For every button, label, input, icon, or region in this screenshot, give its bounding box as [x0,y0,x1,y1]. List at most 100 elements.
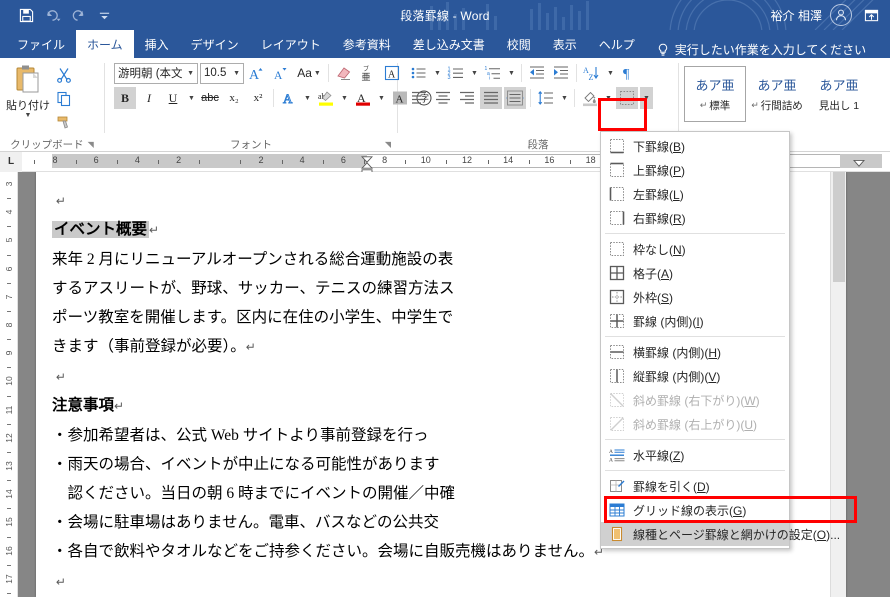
text-effects-caret-icon[interactable]: ▼ [302,87,313,109]
paste-button[interactable]: 貼り付け ▼ [5,62,51,119]
phonetic-guide-button[interactable]: ブ亜 [357,62,379,84]
menu-item-border-inside[interactable]: 罫線 (内側)(I) [601,309,789,333]
style-item-normal[interactable]: あア亜 ↵ 標準 [684,66,746,122]
menu-separator [605,439,785,440]
vruler-tick-label: 14 [3,489,14,499]
bullets-button[interactable] [408,62,430,84]
menu-item-borders-and-shading[interactable]: 線種とページ罫線と網かけの設定(O)... [601,522,840,546]
menu-item-border-inside-horizontal[interactable]: 横罫線 (内側)(H) [601,340,789,364]
increase-indent-button[interactable] [550,62,572,84]
font-color-button[interactable]: A [352,87,374,109]
svg-text:Z: Z [589,73,594,82]
change-case-caret-icon[interactable]: ▼ [314,70,321,77]
distribute-button[interactable] [504,87,526,109]
avatar[interactable] [830,4,852,26]
vertical-ruler[interactable]: 3 4 5 6 7 8 9 10 11 12 13 14 15 16 17 [0,172,18,597]
multilevel-caret-icon[interactable]: ▼ [506,62,517,84]
font-dialog-launcher-icon[interactable]: ◥ [385,140,391,149]
font-size-combo[interactable]: 10.5 ▼ [200,62,244,84]
undo-icon[interactable] [40,4,64,26]
tab-layout[interactable]: レイアウト [250,30,332,58]
change-case-button[interactable]: Aa ▼ [294,62,324,84]
ribbon-display-options-icon[interactable] [860,4,882,26]
sort-caret-icon[interactable]: ▼ [605,62,616,84]
menu-item-horizontal-line[interactable]: A A 水平線(Z) [601,443,789,467]
style-item-no-spacing[interactable]: あア亜 ↵ 行間詰め [746,66,808,122]
font-name-caret-icon[interactable]: ▼ [183,70,194,77]
underline-button[interactable]: U [162,87,184,109]
bold-button[interactable]: B [114,87,136,109]
decrease-indent-button[interactable] [526,62,548,84]
shrink-font-button[interactable]: A [270,62,292,84]
border-outside-icon [609,289,625,305]
grow-font-button[interactable]: A [246,62,268,84]
menu-separator [605,336,785,337]
menu-item-border-bottom[interactable]: 下罫線(B) [601,134,789,158]
cut-button[interactable] [53,65,75,85]
clear-formatting-button[interactable] [333,62,355,84]
menu-item-border-all[interactable]: 格子(A) [601,261,789,285]
sort-button[interactable]: AZ [581,62,603,84]
right-indent-marker[interactable] [853,156,865,170]
save-icon[interactable] [14,4,38,26]
font-name-combo[interactable]: 游明朝 (本文( ▼ [114,62,198,84]
menu-item-label: 斜め罫線 (右上がり)(U) [633,417,757,432]
borders-caret-icon[interactable]: ▼ [640,87,653,109]
paste-caret-icon[interactable]: ▼ [25,112,32,119]
redo-icon[interactable] [66,4,90,26]
tab-design[interactable]: デザイン [180,30,250,58]
tell-me-box[interactable]: 実行したい作業を入力してください [646,41,866,58]
justify-button[interactable] [480,87,502,109]
tab-stop-selector[interactable]: L [0,151,22,172]
scrollbar-thumb[interactable] [833,172,845,282]
menu-item-border-right[interactable]: 右罫線(R) [601,206,789,230]
menu-item-border-none[interactable]: 枠なし(N) [601,237,789,261]
menu-item-border-inside-vertical[interactable]: 縦罫線 (内側)(V) [601,364,789,388]
numbering-caret-icon[interactable]: ▼ [469,62,480,84]
format-painter-button[interactable] [53,113,75,133]
text-highlight-caret-icon[interactable]: ▼ [339,87,350,109]
multilevel-list-button[interactable]: 1ai [482,62,504,84]
tab-file[interactable]: ファイル [6,30,76,58]
ruler-tick [281,159,283,164]
menu-item-view-gridlines[interactable]: グリッド線の表示(G) [601,498,789,522]
tab-references[interactable]: 参考資料 [332,30,402,58]
align-center-button[interactable] [432,87,454,109]
shading-button[interactable] [579,87,601,109]
align-right-button[interactable] [456,87,478,109]
clipboard-dialog-launcher-icon[interactable]: ◥ [88,140,94,149]
shading-caret-icon[interactable]: ▼ [603,87,614,109]
text-highlight-button[interactable]: ab [315,87,337,109]
customize-qat-icon[interactable] [92,4,116,26]
subscript-button[interactable]: x₂ [223,87,245,109]
menu-item-border-outside[interactable]: 外枠(S) [601,285,789,309]
svg-text:i: i [489,76,490,82]
borders-button[interactable] [616,87,638,109]
tab-view[interactable]: 表示 [542,30,588,58]
bullets-caret-icon[interactable]: ▼ [432,62,443,84]
align-left-button[interactable] [408,87,430,109]
show-formatting-marks-button[interactable]: ¶ [618,62,640,84]
tab-home[interactable]: ホーム [76,30,134,58]
text-effects-button[interactable]: A [278,87,300,109]
font-color-caret-icon[interactable]: ▼ [376,87,387,109]
font-size-caret-icon[interactable]: ▼ [229,70,240,77]
font-group-label: フォント ◥ [105,137,397,152]
menu-item-draw-table[interactable]: 罫線を引く(D) [601,474,789,498]
superscript-button[interactable]: x² [247,87,269,109]
tab-help[interactable]: ヘルプ [588,30,646,58]
strikethrough-button[interactable]: abc [199,87,221,109]
tab-insert[interactable]: 挿入 [134,30,180,58]
italic-button[interactable]: I [138,87,160,109]
tab-review[interactable]: 校閲 [496,30,542,58]
tab-mailings[interactable]: 差し込み文書 [402,30,496,58]
line-spacing-caret-icon[interactable]: ▼ [559,87,570,109]
copy-button[interactable] [53,89,75,109]
borders-dropdown-menu[interactable]: 下罫線(B) 上罫線(P) 左罫線(L) 右罫線(R) 枠なし(N) 格子(A) 外枠(S)… [600,131,840,549]
menu-item-border-left[interactable]: 左罫線(L) [601,182,789,206]
style-item-heading1[interactable]: あア亜 見出し 1 [808,66,870,122]
underline-caret-icon[interactable]: ▼ [186,87,197,109]
menu-item-border-top[interactable]: 上罫線(P) [601,158,789,182]
numbering-button[interactable]: 123 [445,62,467,84]
line-spacing-button[interactable] [535,87,557,109]
